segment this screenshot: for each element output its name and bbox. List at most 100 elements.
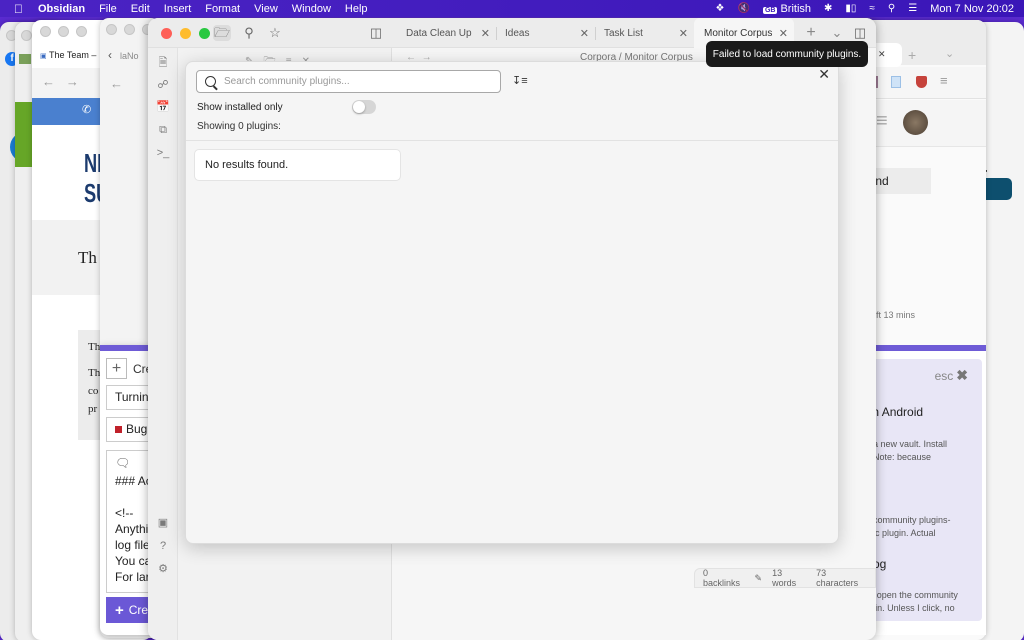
forward-icon[interactable]: → [66,74,79,89]
menu-view[interactable]: View [254,3,278,15]
templates-copy-icon[interactable]: ⧉ [156,123,170,137]
topic-title-value: Turnin [115,390,149,404]
menu-edit[interactable]: Edit [131,3,150,15]
tab-label: Monitor Corpus [704,27,773,39]
tab-favicon: ▣ [40,53,47,60]
excerpt-line: a new vault. Install [873,439,948,449]
dismiss-button[interactable]: esc ✖ [935,367,968,384]
similar-topic-excerpt: community plugins- ic plugin. Actual [873,514,951,540]
graph-view-icon[interactable]: ☍ [156,78,170,92]
window-controls [161,28,210,39]
plugin-search-box[interactable] [196,70,501,93]
tab-ideas[interactable]: Ideas ✕ [495,18,595,48]
close-icon: ✖ [956,367,968,383]
close-tab-icon[interactable]: ✕ [580,27,589,40]
files-icon[interactable]: 🗁 [213,25,231,41]
window-controls [21,30,32,41]
back-chevron-icon[interactable]: ‹ [108,48,112,62]
spotlight-search-icon[interactable]: ⚲ [888,3,895,14]
tab-list-chevron-icon[interactable]: ⌄ [828,25,846,41]
vault-switcher-icon[interactable]: ▣ [156,516,170,530]
menu-insert[interactable]: Insert [164,3,192,15]
dropbox-icon[interactable]: ❖ [716,3,725,14]
plugin-count-label: Showing 0 plugins: [197,121,281,132]
daily-note-calendar-icon[interactable]: 📅 [156,100,170,114]
tab-data-clean-up[interactable]: Data Clean Up ✕ [396,18,496,48]
close-tab-icon[interactable]: ✕ [779,27,788,40]
community-plugins-modal: ✕ ↧≡ Show installed only Showing 0 plugi… [185,61,839,544]
battery-icon[interactable]: ▮▯ [845,3,856,14]
excerpt-line: community plugins- [873,515,951,525]
close-window-button[interactable] [161,28,172,39]
tab-task-list[interactable]: Task List ✕ [594,18,694,48]
chevron-down-icon[interactable]: ⌄ [945,47,954,60]
user-avatar[interactable] [903,110,928,135]
backlinks-count[interactable]: 0 backlinks [703,568,745,588]
back-icon[interactable]: ← [42,74,55,89]
control-center-icon[interactable]: ☰ [908,3,917,14]
quote-icon[interactable]: 🗨 [115,456,130,470]
phone-icon[interactable]: ✆ [82,103,91,116]
input-source-label: British [780,2,812,15]
menu-file[interactable]: File [99,3,117,15]
tab-label: Task List [604,27,643,39]
command-palette-terminal-icon[interactable]: >_ [156,146,170,160]
esc-label: esc [934,369,954,383]
divider [186,140,838,141]
input-badge: GB [762,6,778,14]
error-toast: Failed to load community plugins. [706,41,868,67]
document-extension-icon[interactable] [891,76,901,88]
help-icon[interactable]: ? [156,539,170,553]
clock[interactable]: Mon 7 Nov 20:02 [930,3,1014,15]
tab-title: laNo [120,51,139,61]
plus-icon: + [115,601,124,619]
close-tab-icon[interactable]: ✕ [679,27,688,40]
close-tab-icon[interactable]: ✕ [878,49,886,59]
new-tab-icon[interactable]: + [908,47,916,63]
plus-icon[interactable]: + [106,358,127,379]
window-controls [40,26,87,37]
show-installed-toggle[interactable] [352,100,376,114]
menu-icon[interactable]: ≡ [940,73,948,88]
excerpt-line: ic plugin. Actual [873,528,936,538]
site-favicon [19,54,31,64]
status-bar: 0 backlinks ✎ 13 words 73 characters [694,568,876,588]
close-tab-icon[interactable]: ✕ [481,27,490,40]
open-quick-switcher-icon[interactable]: 🗎 [156,56,170,70]
ublock-icon[interactable] [916,76,927,88]
macos-menu-bar:  Obsidian File Edit Insert Format View … [0,0,1024,17]
menu-window[interactable]: Window [292,3,331,15]
timestamp: ft 13 mins [876,310,916,320]
intro-text: Th [78,248,97,267]
menu-format[interactable]: Format [205,3,240,15]
menu-app-name[interactable]: Obsidian [38,3,85,15]
mute-icon[interactable]: 🔇 [738,3,750,14]
close-modal-icon[interactable]: ✕ [818,66,830,83]
input-source[interactable]: GB British [762,2,812,15]
sort-order-icon[interactable]: ↧≡ [512,74,528,87]
new-tab-icon[interactable]: + [802,25,820,41]
bluetooth-icon[interactable]: ✱ [824,3,832,14]
tab-label: Ideas [505,27,530,39]
left-ribbon: 🗎 ☍ 📅 ⧉ >_ ▣ ? ⚙ [148,48,178,640]
window-controls [106,24,153,35]
category-color-badge [115,426,122,433]
hamburger-icon[interactable]: ≡ [876,110,888,133]
settings-gear-icon[interactable]: ⚙ [156,562,170,576]
toggle-sidebar-icon[interactable]: ◫ [367,25,385,41]
back-icon[interactable]: ← [110,76,123,91]
menu-help[interactable]: Help [345,3,368,15]
category-value: Bug [126,422,148,436]
wifi-icon[interactable]: ≈ [869,3,875,14]
similar-topic-excerpt: a new vault. Install Note: because [873,438,947,464]
plugin-search-input[interactable] [224,76,484,87]
search-icon[interactable]: ⚲ [240,25,258,41]
maximize-window-button[interactable] [199,28,210,39]
edit-mode-pencil-icon[interactable]: ✎ [755,573,763,584]
toggle-right-sidebar-icon[interactable]: ◫ [851,25,869,41]
tab-label: Data Clean Up [406,27,472,39]
word-count: 13 words [772,568,797,588]
minimize-window-button[interactable] [180,28,191,39]
apple-icon[interactable]:  [14,2,26,16]
bookmark-star-icon[interactable]: ☆ [266,25,284,41]
